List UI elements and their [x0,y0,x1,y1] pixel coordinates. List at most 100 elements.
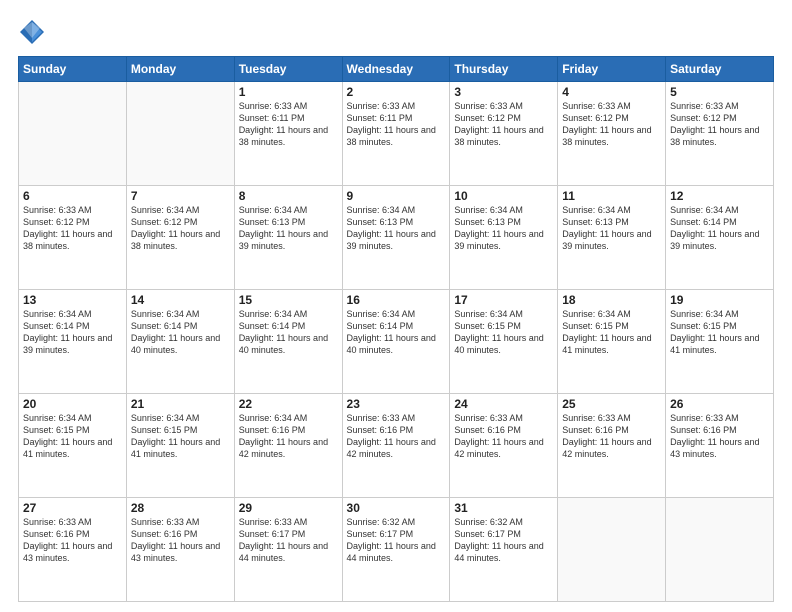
header [18,18,774,46]
day-number: 24 [454,397,553,411]
week-row-5: 27Sunrise: 6:33 AM Sunset: 6:16 PM Dayli… [19,498,774,602]
week-row-4: 20Sunrise: 6:34 AM Sunset: 6:15 PM Dayli… [19,394,774,498]
day-cell: 2Sunrise: 6:33 AM Sunset: 6:11 PM Daylig… [342,82,450,186]
day-info: Sunrise: 6:33 AM Sunset: 6:16 PM Dayligh… [454,412,553,461]
day-info: Sunrise: 6:34 AM Sunset: 6:14 PM Dayligh… [131,308,230,357]
week-row-3: 13Sunrise: 6:34 AM Sunset: 6:14 PM Dayli… [19,290,774,394]
day-cell [558,498,666,602]
day-cell: 7Sunrise: 6:34 AM Sunset: 6:12 PM Daylig… [126,186,234,290]
week-row-2: 6Sunrise: 6:33 AM Sunset: 6:12 PM Daylig… [19,186,774,290]
day-info: Sunrise: 6:34 AM Sunset: 6:13 PM Dayligh… [239,204,338,253]
day-cell: 21Sunrise: 6:34 AM Sunset: 6:15 PM Dayli… [126,394,234,498]
day-info: Sunrise: 6:33 AM Sunset: 6:12 PM Dayligh… [562,100,661,149]
day-info: Sunrise: 6:34 AM Sunset: 6:13 PM Dayligh… [562,204,661,253]
weekday-header-friday: Friday [558,57,666,82]
day-cell: 9Sunrise: 6:34 AM Sunset: 6:13 PM Daylig… [342,186,450,290]
day-cell: 29Sunrise: 6:33 AM Sunset: 6:17 PM Dayli… [234,498,342,602]
logo [18,18,48,46]
day-number: 25 [562,397,661,411]
day-info: Sunrise: 6:33 AM Sunset: 6:16 PM Dayligh… [562,412,661,461]
day-number: 12 [670,189,769,203]
day-number: 10 [454,189,553,203]
day-info: Sunrise: 6:34 AM Sunset: 6:15 PM Dayligh… [23,412,122,461]
day-cell: 13Sunrise: 6:34 AM Sunset: 6:14 PM Dayli… [19,290,127,394]
day-cell: 16Sunrise: 6:34 AM Sunset: 6:14 PM Dayli… [342,290,450,394]
day-info: Sunrise: 6:33 AM Sunset: 6:12 PM Dayligh… [670,100,769,149]
day-cell: 6Sunrise: 6:33 AM Sunset: 6:12 PM Daylig… [19,186,127,290]
day-cell: 26Sunrise: 6:33 AM Sunset: 6:16 PM Dayli… [666,394,774,498]
day-number: 20 [23,397,122,411]
day-info: Sunrise: 6:34 AM Sunset: 6:13 PM Dayligh… [347,204,446,253]
weekday-header-saturday: Saturday [666,57,774,82]
day-number: 18 [562,293,661,307]
day-cell: 31Sunrise: 6:32 AM Sunset: 6:17 PM Dayli… [450,498,558,602]
day-number: 7 [131,189,230,203]
weekday-header-monday: Monday [126,57,234,82]
day-cell: 17Sunrise: 6:34 AM Sunset: 6:15 PM Dayli… [450,290,558,394]
day-number: 16 [347,293,446,307]
day-info: Sunrise: 6:33 AM Sunset: 6:12 PM Dayligh… [23,204,122,253]
page: SundayMondayTuesdayWednesdayThursdayFrid… [0,0,792,612]
day-cell: 23Sunrise: 6:33 AM Sunset: 6:16 PM Dayli… [342,394,450,498]
weekday-header-row: SundayMondayTuesdayWednesdayThursdayFrid… [19,57,774,82]
day-cell: 20Sunrise: 6:34 AM Sunset: 6:15 PM Dayli… [19,394,127,498]
day-number: 21 [131,397,230,411]
day-number: 23 [347,397,446,411]
day-info: Sunrise: 6:33 AM Sunset: 6:12 PM Dayligh… [454,100,553,149]
day-cell: 18Sunrise: 6:34 AM Sunset: 6:15 PM Dayli… [558,290,666,394]
day-info: Sunrise: 6:33 AM Sunset: 6:11 PM Dayligh… [239,100,338,149]
day-info: Sunrise: 6:34 AM Sunset: 6:14 PM Dayligh… [239,308,338,357]
day-info: Sunrise: 6:33 AM Sunset: 6:16 PM Dayligh… [347,412,446,461]
day-cell: 30Sunrise: 6:32 AM Sunset: 6:17 PM Dayli… [342,498,450,602]
day-cell [126,82,234,186]
day-number: 31 [454,501,553,515]
day-number: 17 [454,293,553,307]
day-cell: 3Sunrise: 6:33 AM Sunset: 6:12 PM Daylig… [450,82,558,186]
day-number: 15 [239,293,338,307]
day-cell: 28Sunrise: 6:33 AM Sunset: 6:16 PM Dayli… [126,498,234,602]
day-number: 22 [239,397,338,411]
logo-icon [18,18,46,46]
weekday-header-sunday: Sunday [19,57,127,82]
day-cell: 19Sunrise: 6:34 AM Sunset: 6:15 PM Dayli… [666,290,774,394]
day-number: 5 [670,85,769,99]
day-info: Sunrise: 6:32 AM Sunset: 6:17 PM Dayligh… [454,516,553,565]
day-info: Sunrise: 6:34 AM Sunset: 6:14 PM Dayligh… [670,204,769,253]
day-cell: 11Sunrise: 6:34 AM Sunset: 6:13 PM Dayli… [558,186,666,290]
day-number: 13 [23,293,122,307]
day-number: 29 [239,501,338,515]
day-number: 14 [131,293,230,307]
day-info: Sunrise: 6:34 AM Sunset: 6:14 PM Dayligh… [23,308,122,357]
day-info: Sunrise: 6:34 AM Sunset: 6:14 PM Dayligh… [347,308,446,357]
day-cell: 4Sunrise: 6:33 AM Sunset: 6:12 PM Daylig… [558,82,666,186]
day-info: Sunrise: 6:34 AM Sunset: 6:16 PM Dayligh… [239,412,338,461]
day-cell: 25Sunrise: 6:33 AM Sunset: 6:16 PM Dayli… [558,394,666,498]
day-number: 28 [131,501,230,515]
day-cell: 27Sunrise: 6:33 AM Sunset: 6:16 PM Dayli… [19,498,127,602]
weekday-header-wednesday: Wednesday [342,57,450,82]
day-number: 26 [670,397,769,411]
day-number: 9 [347,189,446,203]
day-cell [666,498,774,602]
day-info: Sunrise: 6:34 AM Sunset: 6:15 PM Dayligh… [670,308,769,357]
day-info: Sunrise: 6:34 AM Sunset: 6:15 PM Dayligh… [454,308,553,357]
day-info: Sunrise: 6:33 AM Sunset: 6:16 PM Dayligh… [131,516,230,565]
day-number: 4 [562,85,661,99]
day-cell: 8Sunrise: 6:34 AM Sunset: 6:13 PM Daylig… [234,186,342,290]
day-info: Sunrise: 6:32 AM Sunset: 6:17 PM Dayligh… [347,516,446,565]
day-info: Sunrise: 6:33 AM Sunset: 6:16 PM Dayligh… [23,516,122,565]
weekday-header-tuesday: Tuesday [234,57,342,82]
day-number: 6 [23,189,122,203]
day-info: Sunrise: 6:33 AM Sunset: 6:16 PM Dayligh… [670,412,769,461]
day-number: 30 [347,501,446,515]
day-info: Sunrise: 6:34 AM Sunset: 6:15 PM Dayligh… [562,308,661,357]
day-cell: 5Sunrise: 6:33 AM Sunset: 6:12 PM Daylig… [666,82,774,186]
weekday-header-thursday: Thursday [450,57,558,82]
day-cell: 24Sunrise: 6:33 AM Sunset: 6:16 PM Dayli… [450,394,558,498]
day-cell: 10Sunrise: 6:34 AM Sunset: 6:13 PM Dayli… [450,186,558,290]
day-cell: 22Sunrise: 6:34 AM Sunset: 6:16 PM Dayli… [234,394,342,498]
day-number: 2 [347,85,446,99]
day-number: 8 [239,189,338,203]
day-info: Sunrise: 6:33 AM Sunset: 6:17 PM Dayligh… [239,516,338,565]
day-cell: 14Sunrise: 6:34 AM Sunset: 6:14 PM Dayli… [126,290,234,394]
